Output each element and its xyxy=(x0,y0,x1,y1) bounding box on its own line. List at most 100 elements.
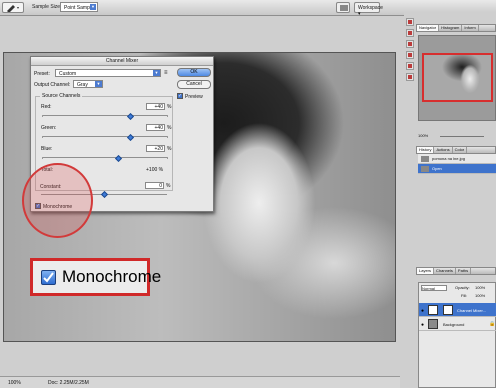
green-slider-ticks xyxy=(42,136,168,138)
navigator-tabs: Navigator Histogram Inform xyxy=(416,24,496,32)
constant-value-field[interactable]: 0 xyxy=(145,182,164,189)
layers-panel: Normal Opacity: 100% Fill: 100% ● Channe… xyxy=(418,282,496,388)
layer-name: Channel Mixer... xyxy=(457,308,486,313)
history-tabs: History Actions Color xyxy=(416,146,496,154)
history-snapshot[interactable]: pomona na lne.jpg xyxy=(418,154,496,164)
adjustment-layer-icon xyxy=(428,305,438,315)
status-bar: 100% Doc: 2.25M/2.25M xyxy=(0,376,400,388)
red-value-field[interactable]: +40 xyxy=(146,103,165,110)
source-channels-label: Source Channels xyxy=(40,93,83,99)
tab-color[interactable]: Color xyxy=(453,147,468,153)
tab-info[interactable]: Inform xyxy=(462,25,479,31)
preview-label: Preview xyxy=(185,94,203,100)
green-value-field[interactable]: +40 xyxy=(146,124,165,131)
checkmark-icon xyxy=(43,272,54,283)
blend-mode-select[interactable]: Normal xyxy=(421,285,447,291)
preset-value: Custom xyxy=(59,71,77,77)
character-icon xyxy=(408,64,412,68)
workspace-button[interactable]: Workspace ▾ xyxy=(354,2,383,17)
paragraph-icon xyxy=(408,75,412,79)
fill-label: Fill: xyxy=(461,293,468,298)
dialog-title: Channel Mixer xyxy=(31,57,213,66)
layers-tabs: Layers Channels Paths xyxy=(416,267,496,275)
zoom-readout[interactable]: 100% xyxy=(8,380,21,386)
brush-preset-icon xyxy=(408,31,412,35)
layer-name: Background xyxy=(443,322,465,327)
callout-label: Monochrome xyxy=(62,267,162,286)
lock-icon: 🔒 xyxy=(489,321,496,327)
navigator-zoom-bar: 100% xyxy=(418,133,496,141)
red-percent: % xyxy=(167,104,172,110)
chevron-down-icon: ▼ xyxy=(153,70,160,76)
constant-slider-thumb[interactable] xyxy=(100,190,109,199)
open-state-icon xyxy=(421,166,429,172)
dock-icon-2[interactable] xyxy=(406,29,414,37)
red-slider-ticks xyxy=(42,115,168,117)
eyedropper-icon xyxy=(7,5,19,12)
layer-comps-icon xyxy=(408,42,412,46)
output-channel-select[interactable]: Gray ▼ xyxy=(73,80,103,88)
chevron-down-icon: ▼ xyxy=(90,4,96,10)
history-state-open[interactable]: Open xyxy=(418,164,496,174)
dock-icon-3[interactable] xyxy=(406,40,414,48)
history-state-label: Open xyxy=(432,166,442,171)
blue-percent: % xyxy=(167,146,172,152)
tab-actions[interactable]: Actions xyxy=(434,147,453,153)
tab-paths[interactable]: Paths xyxy=(456,268,472,274)
chevron-down-icon: ▼ xyxy=(95,81,102,87)
blue-label: Blue: xyxy=(41,146,53,152)
dock-icon-6[interactable] xyxy=(406,73,414,81)
navigator-panel xyxy=(418,35,496,121)
tab-history[interactable]: History xyxy=(417,147,435,153)
navigator-preview[interactable] xyxy=(422,53,493,102)
preset-label: Preset: xyxy=(34,71,50,77)
fill-value[interactable]: 100% xyxy=(475,293,485,298)
callout-checkbox xyxy=(41,270,56,285)
sample-size-select[interactable]: Point Sample ▼ xyxy=(60,2,98,12)
constant-percent: % xyxy=(166,183,171,189)
tab-histogram[interactable]: Histogram xyxy=(439,25,463,31)
output-channel-value: Gray xyxy=(77,82,88,88)
monochrome-callout: Monochrome xyxy=(30,258,161,296)
snapshot-thumbnail xyxy=(421,156,429,162)
sample-size-label: Sample Size: xyxy=(32,4,62,10)
ok-button[interactable]: OK xyxy=(177,68,211,77)
tool-preset-icon xyxy=(408,20,412,24)
tab-navigator[interactable]: Navigator xyxy=(417,25,440,31)
zoom-slider[interactable] xyxy=(440,136,484,137)
navigator-zoom-value[interactable]: 100% xyxy=(418,133,428,138)
tab-channels[interactable]: Channels xyxy=(434,268,456,274)
opacity-label: Opacity: xyxy=(455,285,470,290)
layer-channel-mixer[interactable]: ● Channel Mixer... xyxy=(419,303,496,317)
cancel-button[interactable]: Cancel xyxy=(177,80,211,89)
palette-well-icon xyxy=(340,5,348,11)
dock-icon-5[interactable] xyxy=(406,62,414,70)
doc-size-readout: Doc: 2.25M/2.25M xyxy=(48,380,89,386)
preview-checkbox[interactable]: ✓ xyxy=(177,93,183,99)
tab-layers[interactable]: Layers xyxy=(417,268,435,274)
dock-icon-4[interactable] xyxy=(406,51,414,59)
monochrome-highlight-circle xyxy=(22,163,93,238)
workspace-label: Workspace ▾ xyxy=(358,5,383,17)
total-value: +100 % xyxy=(146,167,164,173)
red-label: Red: xyxy=(41,104,52,110)
background-thumbnail xyxy=(428,319,438,329)
clone-source-icon xyxy=(408,53,412,57)
green-percent: % xyxy=(167,125,172,131)
history-snapshot-label: pomona na lne.jpg xyxy=(432,156,465,161)
opacity-value[interactable]: 100% xyxy=(475,285,485,290)
blue-value-field[interactable]: +20 xyxy=(146,145,165,152)
panel-dock: Navigator Histogram Inform 100% History Act… xyxy=(404,12,496,388)
eye-icon[interactable]: ● xyxy=(421,322,424,328)
green-label: Green: xyxy=(41,125,57,131)
dock-icon-1[interactable] xyxy=(406,18,414,26)
layer-mask-thumbnail xyxy=(443,305,453,315)
blue-slider-ticks xyxy=(42,157,168,159)
output-channel-label: Output Channel: xyxy=(34,82,71,88)
layer-background[interactable]: ● Background 🔒 xyxy=(419,317,496,331)
preset-select[interactable]: Custom ▼ xyxy=(55,69,161,77)
eye-icon[interactable]: ● xyxy=(421,308,424,314)
preset-options-icon[interactable]: ≡ xyxy=(164,70,168,76)
palette-well-button[interactable] xyxy=(336,2,350,13)
eyedropper-tool-preset[interactable] xyxy=(2,2,24,13)
